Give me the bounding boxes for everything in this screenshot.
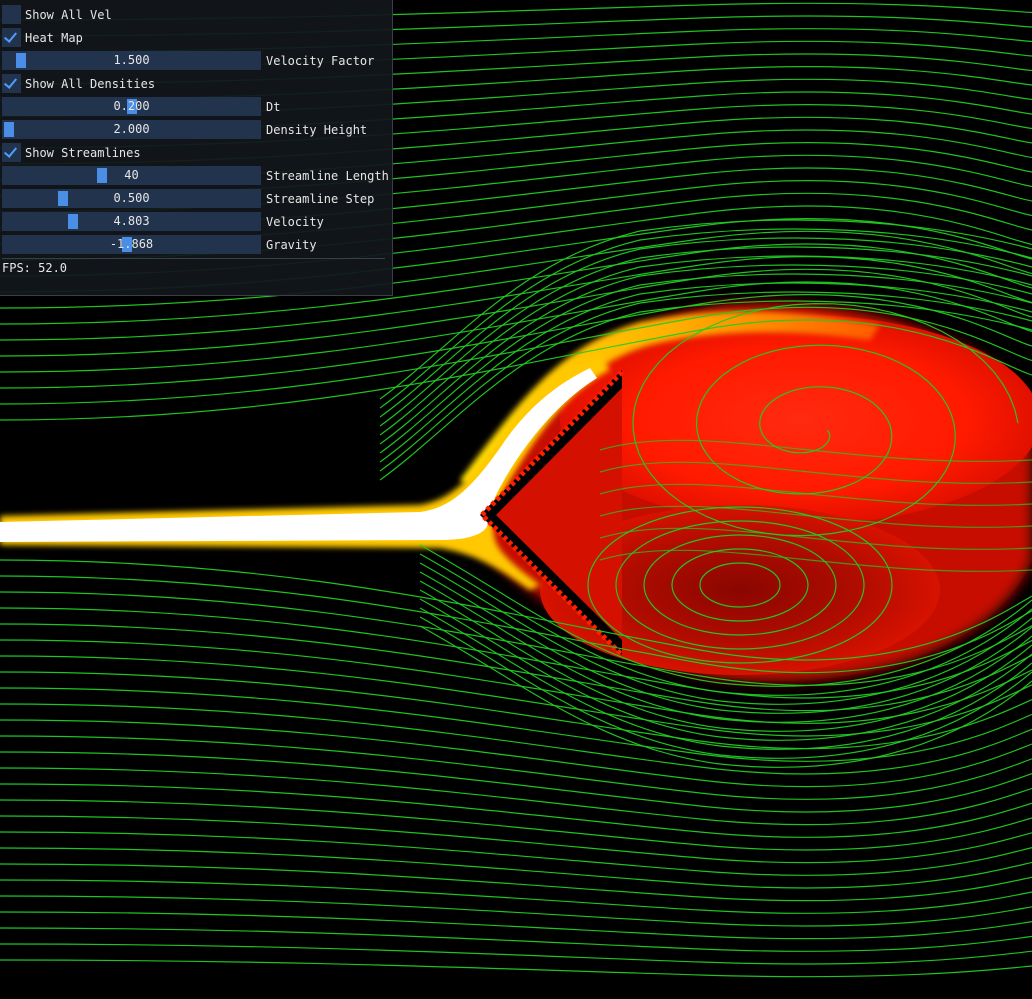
- streamline-step-value: 0.500: [113, 191, 150, 205]
- velocity-factor-row: 1.500 Velocity Factor: [2, 51, 374, 70]
- dt-label: Dt: [266, 99, 281, 114]
- streamline: [0, 831, 1032, 876]
- streamline-length-row: 40 Streamline Length: [2, 166, 389, 185]
- show-all-densities-checkbox[interactable]: [2, 74, 21, 93]
- gravity-slider[interactable]: -1.868: [2, 235, 261, 254]
- density-height-value: 2.000: [113, 122, 150, 136]
- streamline: [0, 911, 1032, 940]
- streamline: [0, 783, 1032, 838]
- gravity-label: Gravity: [266, 237, 317, 252]
- streamline: [0, 879, 1032, 914]
- show-all-densities-label: Show All Densities: [25, 76, 156, 91]
- velocity-label: Velocity: [266, 214, 324, 229]
- velocity-value: 4.803: [113, 214, 150, 228]
- velocity-row: 4.803 Velocity: [2, 212, 324, 231]
- streamline: [0, 735, 1032, 800]
- streamline: [0, 799, 1032, 851]
- velocity-factor-label: Velocity Factor: [266, 53, 375, 68]
- streamline-step-slider[interactable]: 0.500: [2, 189, 261, 208]
- dt-value: 0.200: [113, 99, 150, 113]
- dt-slider[interactable]: 0.200: [2, 97, 261, 116]
- fps-counter: FPS: 52.0: [2, 261, 68, 275]
- heat-map-label: Heat Map: [25, 30, 83, 45]
- density-height-label: Density Height: [266, 122, 368, 137]
- control-panel: Show All Vel Heat Map 1.500 Velocity Fac…: [0, 0, 393, 296]
- show-all-vel-label: Show All Vel: [25, 7, 112, 22]
- show-all-vel-checkbox[interactable]: [2, 5, 21, 24]
- heat-map-checkbox[interactable]: [2, 28, 21, 47]
- streamline-length-slider[interactable]: 40: [2, 166, 261, 185]
- streamline-step-row: 0.500 Streamline Step: [2, 189, 374, 208]
- velocity-slider[interactable]: 4.803: [2, 212, 261, 231]
- density-height-slider[interactable]: 2.000: [2, 120, 261, 139]
- streamline-length-label: Streamline Length: [266, 168, 389, 183]
- density-height-row: 2.000 Density Height: [2, 120, 367, 139]
- show-all-densities-row[interactable]: Show All Densities: [2, 74, 155, 93]
- gravity-value: -1.868: [109, 237, 154, 251]
- heat-map-row[interactable]: Heat Map: [2, 28, 83, 47]
- gravity-row: -1.868 Gravity: [2, 235, 317, 254]
- show-all-vel-row[interactable]: Show All Vel: [2, 5, 112, 24]
- velocity-factor-value: 1.500: [113, 53, 150, 67]
- panel-separator: [2, 258, 385, 259]
- show-streamlines-row[interactable]: Show Streamlines: [2, 143, 141, 162]
- dt-row: 0.200 Dt: [2, 97, 280, 116]
- velocity-factor-slider[interactable]: 1.500: [2, 51, 261, 70]
- streamline-length-value: 40: [124, 168, 139, 182]
- streamline: [0, 927, 1032, 952]
- streamline-step-label: Streamline Step: [266, 191, 375, 206]
- show-streamlines-label: Show Streamlines: [25, 145, 141, 160]
- show-streamlines-checkbox[interactable]: [2, 143, 21, 162]
